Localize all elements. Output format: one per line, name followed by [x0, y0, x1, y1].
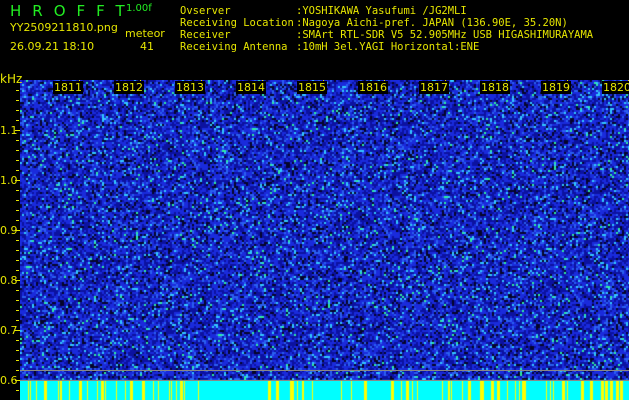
y-minor-tick — [16, 350, 19, 351]
y-minor-tick — [16, 280, 19, 281]
info-value: :10mH 3el.YAGI Horizontal:ENE — [296, 42, 479, 53]
meteor-count: 41 — [140, 41, 154, 52]
y-minor-tick — [16, 370, 19, 371]
y-minor-tick — [16, 270, 19, 271]
y-axis-label: kHz — [0, 73, 22, 85]
y-minor-tick — [16, 200, 19, 201]
info-label: Receiving Antenna — [180, 42, 287, 53]
y-minor-tick — [16, 360, 19, 361]
y-minor-tick — [16, 300, 19, 301]
y-minor-tick — [16, 120, 19, 121]
y-minor-tick — [16, 90, 19, 91]
x-tick-label: 1813 — [175, 81, 205, 94]
meteor-label: meteor — [125, 28, 165, 39]
y-minor-tick — [16, 210, 19, 211]
y-minor-tick — [16, 220, 19, 221]
x-tick-label: 1819 — [541, 81, 571, 94]
x-tick-label: 1814 — [236, 81, 266, 94]
x-tick-label: 1820 — [602, 81, 629, 94]
y-minor-tick — [16, 240, 19, 241]
y-minor-tick — [16, 170, 19, 171]
y-minor-tick — [16, 100, 19, 101]
x-tick-label: 1817 — [419, 81, 449, 94]
y-minor-tick — [16, 380, 19, 381]
spectrogram — [20, 80, 629, 400]
version-label: 1.00f — [126, 4, 152, 14]
y-minor-tick — [16, 310, 19, 311]
y-minor-tick — [16, 260, 19, 261]
y-minor-tick — [16, 230, 19, 231]
info-value: :Nagoya Aichi-pref. JAPAN (136.90E, 35.2… — [296, 18, 568, 29]
y-minor-tick — [16, 130, 19, 131]
y-minor-tick — [16, 150, 19, 151]
info-label: Ovserver — [180, 6, 231, 17]
y-minor-tick — [16, 110, 19, 111]
grid-line — [20, 370, 629, 371]
info-label: Receiving Location — [180, 18, 294, 29]
grid-line — [20, 380, 629, 381]
info-value: :YOSHIKAWA Yasufumi /JG2MLI — [296, 6, 467, 17]
y-minor-tick — [16, 160, 19, 161]
y-minor-tick — [16, 180, 19, 181]
y-minor-tick — [16, 320, 19, 321]
x-tick-label: 1811 — [53, 81, 83, 94]
info-value: :SMArt RTL-SDR V5 52.905MHz USB HIGASHIM… — [296, 30, 593, 41]
x-tick-label: 1812 — [114, 81, 144, 94]
info-label: Receiver — [180, 30, 231, 41]
y-minor-tick — [16, 290, 19, 291]
app-title: HROFFT — [10, 4, 136, 19]
y-minor-tick — [16, 390, 19, 391]
x-tick-label: 1816 — [358, 81, 388, 94]
y-minor-tick — [16, 140, 19, 141]
x-tick-label: 1815 — [297, 81, 327, 94]
filename: YY2509211810.png — [10, 22, 118, 33]
y-minor-tick — [16, 330, 19, 331]
y-minor-tick — [16, 340, 19, 341]
y-minor-tick — [16, 190, 19, 191]
y-minor-tick — [16, 250, 19, 251]
datetime: 26.09.21 18:10 — [10, 41, 94, 52]
x-tick-label: 1818 — [480, 81, 510, 94]
